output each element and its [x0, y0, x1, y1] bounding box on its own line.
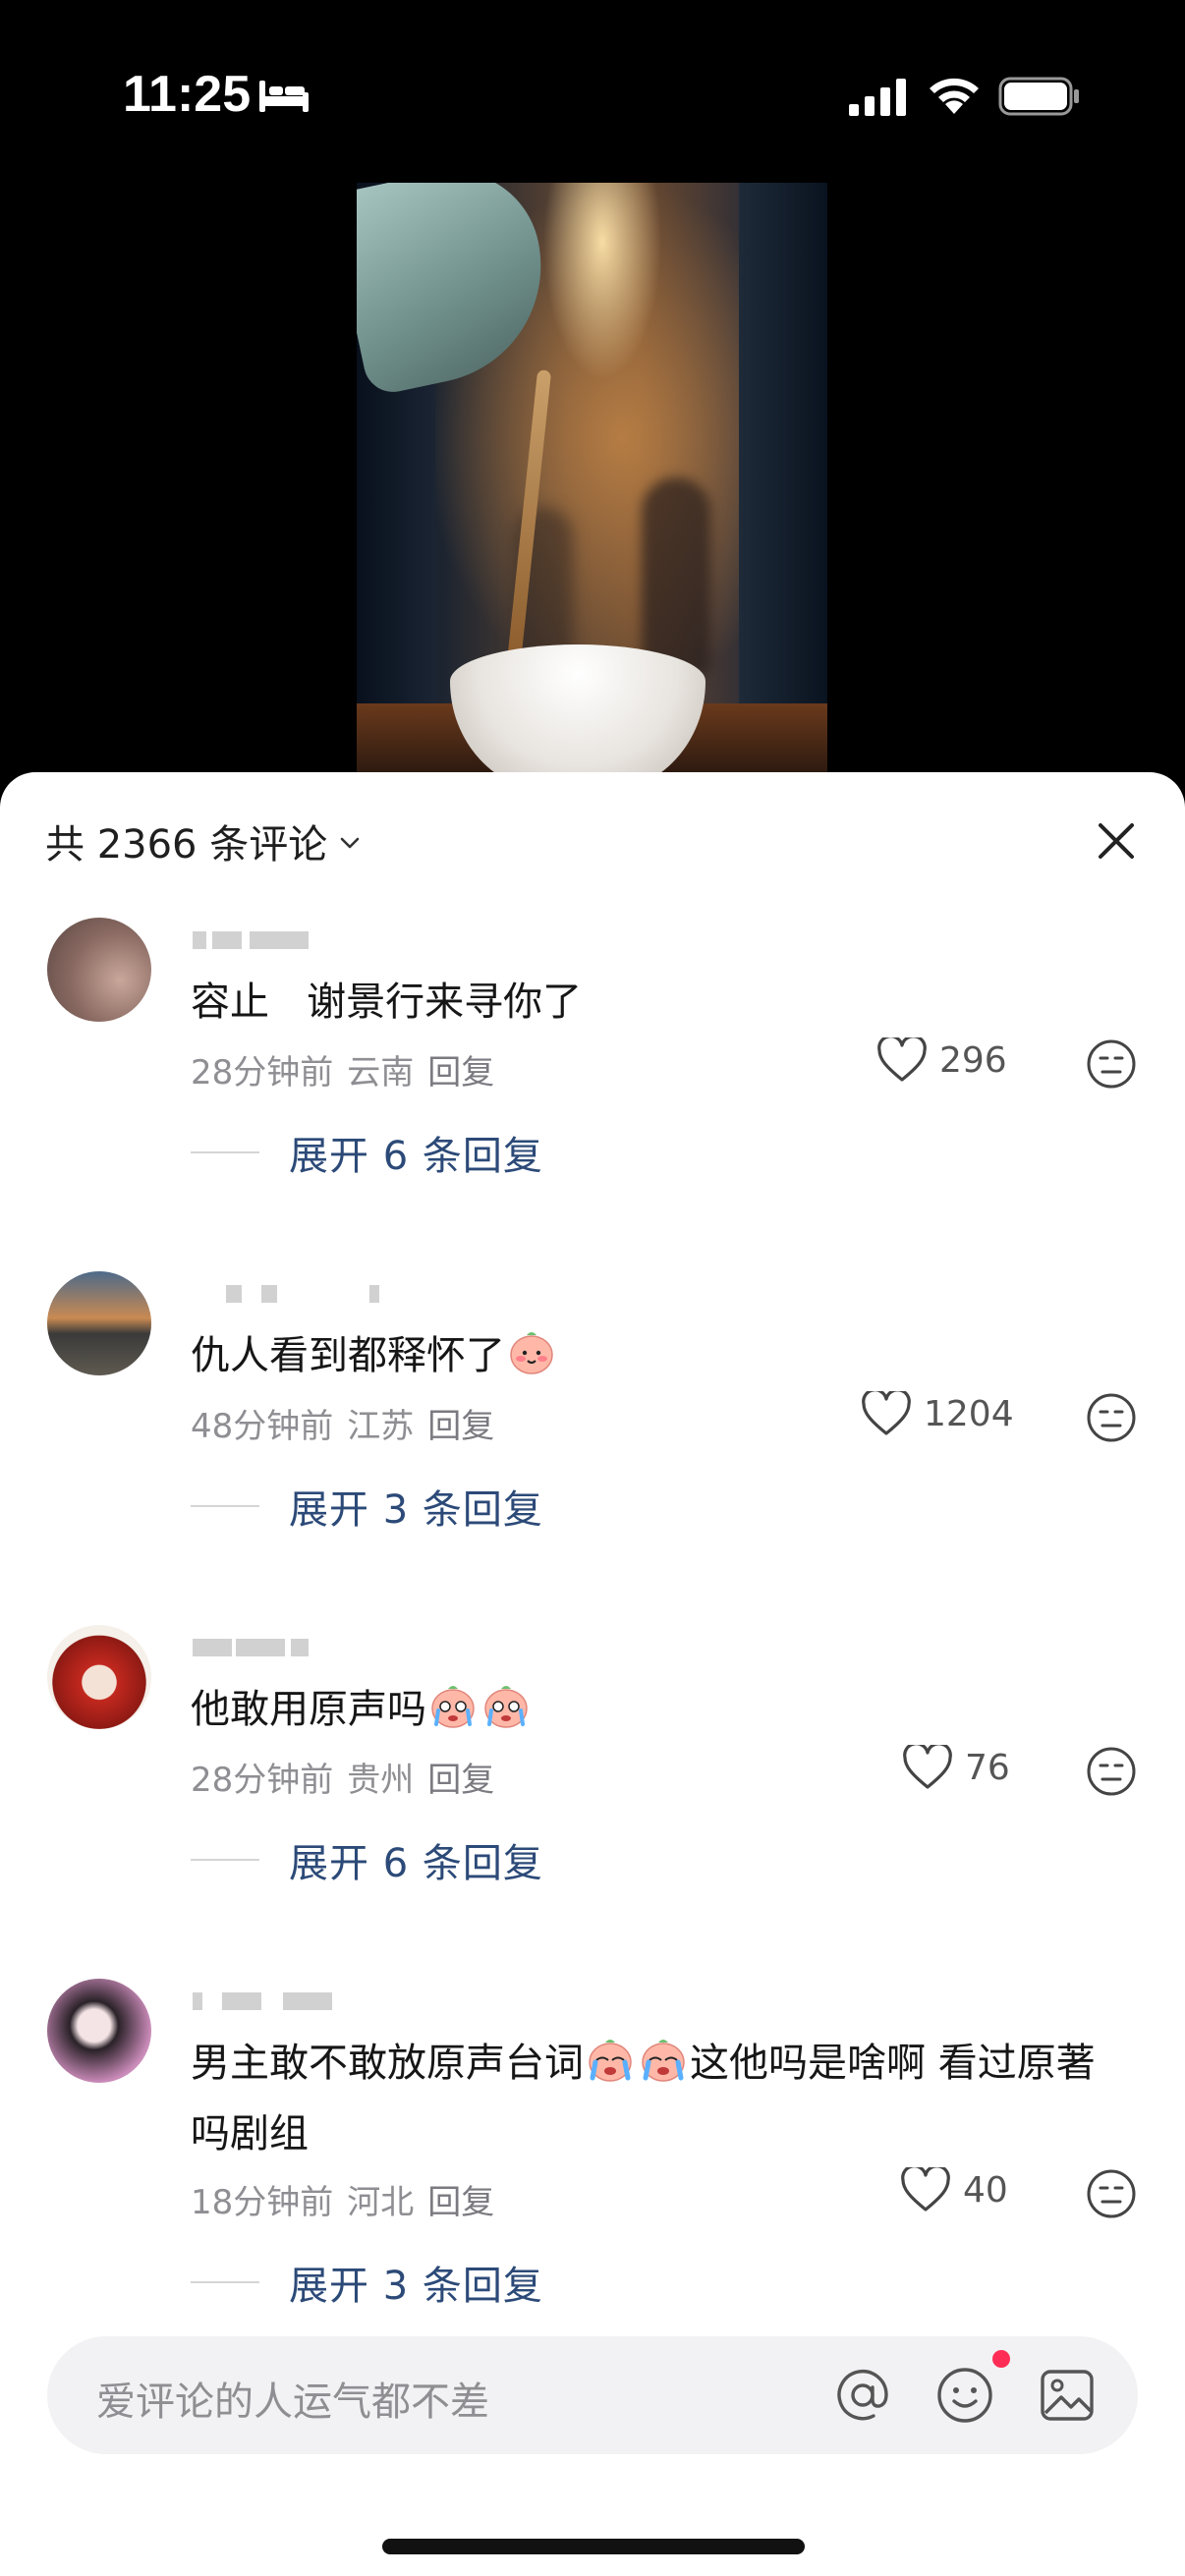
expand-replies-button[interactable]: 展开 6 条回复 [191, 1831, 543, 1888]
comment-meta: 48分钟前 江苏 回复 [191, 1399, 494, 1447]
like-button[interactable]: 76 [902, 1745, 1010, 1790]
like-button[interactable]: 296 [876, 1037, 1007, 1083]
status-time: 11:25 [123, 66, 252, 123]
home-indicator[interactable] [382, 2539, 805, 2554]
battery-icon [998, 77, 1079, 116]
comment-meta: 28分钟前 云南 回复 [191, 1045, 494, 1093]
expand-replies-button[interactable]: 展开 3 条回复 [191, 1478, 543, 1535]
notification-dot [992, 2350, 1010, 2368]
like-count: 76 [965, 1747, 1010, 1788]
heart-icon [901, 2167, 950, 2212]
bed-icon [259, 81, 309, 112]
crying-face-emoji-icon [484, 1686, 528, 1728]
comment-text-content: 男主敢不敢放原声台词 [191, 2041, 584, 2086]
video-curtain-right [739, 183, 827, 772]
comment-input[interactable]: 爱评论的人运气都不差 [47, 2336, 1138, 2454]
expand-replies-label: 展开 6 条回复 [289, 1841, 543, 1886]
expand-replies-button[interactable]: 展开 6 条回复 [191, 1124, 543, 1181]
like-button[interactable]: 1204 [861, 1391, 1014, 1436]
crying-face-emoji-icon [431, 1686, 475, 1728]
comment-text: 容止 谢景行来寻你了 [191, 980, 583, 1025]
comment-meta: 18分钟前 河北 回复 [191, 2175, 494, 2223]
video-background-figure [642, 477, 710, 674]
comment-text: 仇人看到都释怀了 [191, 1320, 1134, 1391]
dislike-face-icon[interactable] [1085, 1391, 1138, 1444]
comment-time: 48分钟前 [191, 1407, 334, 1446]
dislike-face-icon[interactable] [1085, 1037, 1138, 1091]
username-blurred[interactable] [193, 1277, 389, 1311]
video-teacup [450, 644, 705, 772]
close-icon[interactable] [1091, 815, 1142, 867]
at-icon[interactable] [833, 2366, 892, 2425]
expand-replies-label: 展开 6 条回复 [289, 1134, 543, 1179]
comment-sheet: 共 2366 条评论 容止 谢景行来寻你了 28分钟前 云南 回复 296 展开… [0, 772, 1185, 2576]
username-blurred[interactable] [193, 1631, 389, 1664]
status-bar: 11:25 [0, 0, 1185, 187]
username-blurred[interactable] [193, 1985, 389, 2018]
comment-location: 江苏 [347, 1407, 415, 1446]
expand-replies-button[interactable]: 展开 3 条回复 [191, 2254, 543, 2311]
expand-divider [191, 2281, 259, 2283]
avatar[interactable] [47, 1625, 151, 1729]
like-button[interactable]: 40 [900, 2167, 1008, 2212]
comment-text: 男主敢不敢放原声台词 这他吗是啥啊 看过原著吗剧组 [191, 2028, 1134, 2169]
comment-count-selector[interactable]: 共 2366 条评论 [45, 812, 363, 870]
video-player[interactable] [357, 183, 827, 772]
image-icon[interactable] [1038, 2366, 1097, 2425]
chevron-down-icon [340, 837, 360, 849]
reply-button[interactable]: 回复 [427, 1399, 494, 1447]
comment-location: 贵州 [347, 1761, 415, 1800]
heart-icon [862, 1391, 911, 1435]
blush-face-emoji-icon [510, 1332, 553, 1374]
avatar[interactable] [47, 1271, 151, 1375]
comment-location: 河北 [347, 2183, 415, 2222]
comment-location: 云南 [347, 1053, 415, 1092]
comment-text-content: 仇人看到都释怀了 [191, 1333, 505, 1378]
like-count: 1204 [924, 1393, 1014, 1434]
dislike-face-icon[interactable] [1085, 1745, 1138, 1798]
comment-text: 他敢用原声吗 [191, 1674, 1134, 1745]
crying-face-emoji-icon [642, 2040, 685, 2082]
like-count: 40 [963, 2169, 1008, 2211]
comment-meta: 28分钟前 贵州 回复 [191, 1753, 494, 1801]
like-count: 296 [939, 1039, 1007, 1081]
reply-button[interactable]: 回复 [427, 2175, 494, 2223]
username-blurred[interactable] [193, 924, 389, 957]
expand-replies-label: 展开 3 条回复 [289, 2264, 543, 2309]
avatar[interactable] [47, 1979, 151, 2083]
expand-divider [191, 1859, 259, 1861]
video-teapot [357, 183, 563, 398]
emoji-icon[interactable] [935, 2366, 994, 2425]
heart-icon [877, 1037, 927, 1082]
comment-count-label: 共 2366 条评论 [45, 822, 328, 868]
comment-input-placeholder: 爱评论的人运气都不差 [96, 2380, 489, 2425]
expand-replies-label: 展开 3 条回复 [289, 1487, 543, 1533]
signal-icon [849, 79, 906, 116]
wifi-icon [930, 78, 979, 114]
comment-time: 28分钟前 [191, 1053, 334, 1092]
reply-button[interactable]: 回复 [427, 1753, 494, 1801]
reply-button[interactable]: 回复 [427, 1045, 494, 1093]
comment-time: 18分钟前 [191, 2183, 334, 2222]
heart-icon [903, 1745, 952, 1789]
avatar[interactable] [47, 918, 151, 1022]
expand-divider [191, 1505, 259, 1507]
expand-divider [191, 1151, 259, 1153]
crying-face-emoji-icon [589, 2040, 632, 2082]
comment-text-content: 他敢用原声吗 [191, 1687, 426, 1732]
comment-time: 28分钟前 [191, 1761, 334, 1800]
dislike-face-icon[interactable] [1085, 2167, 1138, 2220]
